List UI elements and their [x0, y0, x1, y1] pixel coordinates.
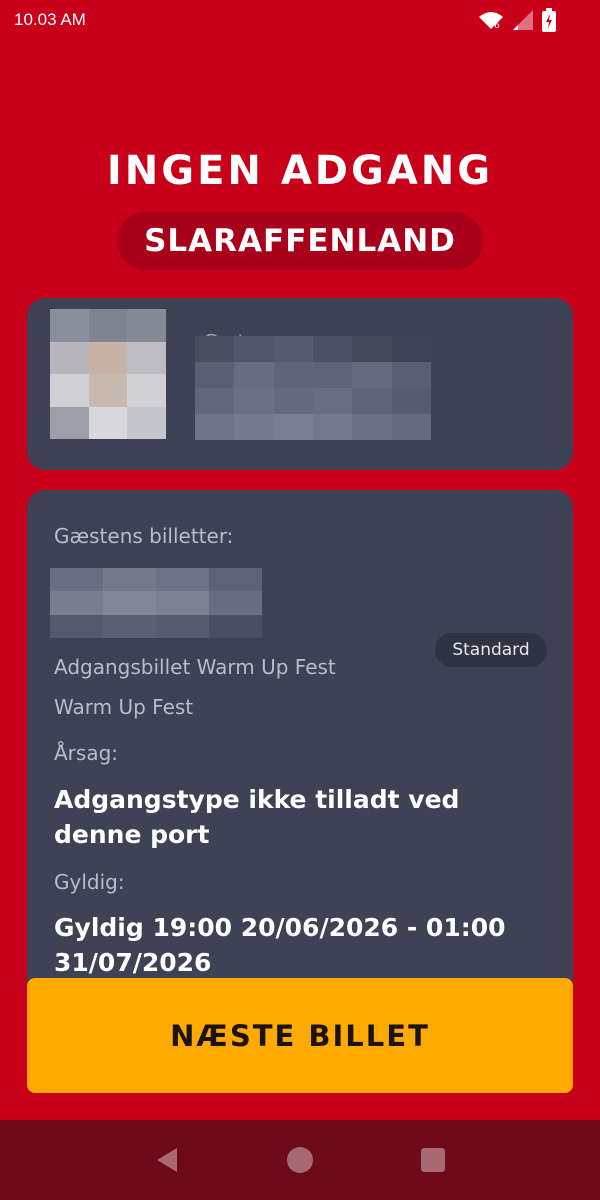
ticket-event-name: Warm Up Fest — [54, 695, 194, 719]
status-icons: 6 — [478, 8, 586, 32]
ticket-type-name: Adgangsbillet Warm Up Fest — [54, 655, 336, 679]
status-time: 10.03 AM — [14, 10, 86, 29]
system-nav-bar — [0, 1120, 600, 1200]
battery-icon — [542, 8, 556, 32]
signal-icon — [512, 9, 534, 31]
status-bar: 10.03 AM 6 — [0, 0, 600, 40]
next-ticket-button[interactable]: NÆSTE BILLET — [27, 978, 573, 1093]
home-icon[interactable] — [270, 1130, 330, 1190]
ticket-type-badge: Standard — [435, 633, 547, 667]
back-icon[interactable] — [137, 1130, 197, 1190]
reason-label: Årsag: — [54, 741, 119, 765]
ticket-id-redacted — [50, 568, 262, 638]
event-name-pill: SLARAFFENLAND — [117, 212, 483, 270]
guest-card: G...t — [27, 298, 573, 470]
guest-photo — [50, 309, 166, 439]
wifi-icon: 6 — [478, 10, 504, 30]
valid-value: Gyldig 19:00 20/06/2026 - 01:00 31/07/20… — [54, 913, 506, 977]
reason-value: Adgangstype ikke tilladt ved denne port — [54, 785, 460, 849]
network-badge-text: 6 — [494, 21, 500, 30]
guest-name-redacted — [195, 336, 431, 440]
recents-icon[interactable] — [403, 1130, 463, 1190]
valid-label: Gyldig: — [54, 870, 125, 894]
tickets-section-label: Gæstens billetter: — [54, 524, 234, 548]
ticket-card: Gæstens billetter: Standard Adgangsbille… — [27, 490, 573, 1010]
page-title: INGEN ADGANG — [106, 148, 494, 194]
